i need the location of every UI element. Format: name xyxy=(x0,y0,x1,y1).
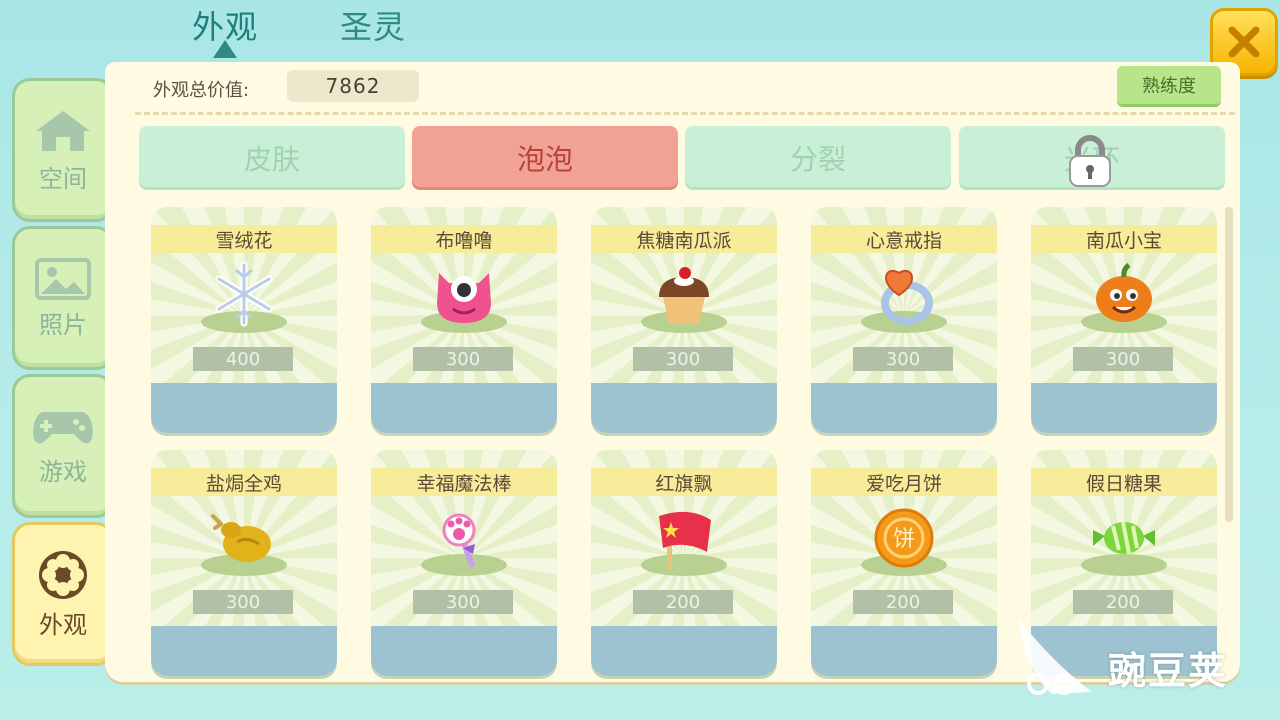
card-footer xyxy=(811,626,997,676)
card-footer xyxy=(811,383,997,433)
svg-text:饼: 饼 xyxy=(893,527,915,552)
item-name: 假日糖果 xyxy=(1031,468,1217,496)
card-footer xyxy=(1031,383,1217,433)
side-nav-photos[interactable]: 照片 xyxy=(12,226,114,370)
side-nav: 空间 照片 游戏 外观 xyxy=(0,70,114,670)
card-footer xyxy=(371,626,557,676)
item-name: 爱吃月饼 xyxy=(811,468,997,496)
category-tab-bubble[interactable]: 泡泡 xyxy=(412,126,678,190)
side-nav-games[interactable]: 游戏 xyxy=(12,374,114,518)
card-footer xyxy=(591,626,777,676)
side-nav-label: 空间 xyxy=(39,164,87,193)
side-nav-label: 游戏 xyxy=(39,457,87,486)
house-icon xyxy=(36,110,90,151)
item-price: 200 xyxy=(1073,590,1173,614)
side-nav-space[interactable]: 空间 xyxy=(12,78,114,222)
item-name: 雪绒花 xyxy=(151,225,337,253)
close-icon xyxy=(1228,26,1260,58)
watermark-text: 豌豆荚 xyxy=(1108,649,1229,693)
total-value: 7862 xyxy=(287,70,419,102)
cupcake-icon xyxy=(659,267,709,323)
item-name: 幸福魔法棒 xyxy=(371,468,557,496)
card-footer xyxy=(371,383,557,433)
item-price: 300 xyxy=(413,347,513,371)
category-tab-split[interactable]: 分裂 xyxy=(685,126,951,190)
item-card[interactable]: 焦糖南瓜派 300 xyxy=(591,207,777,433)
item-price: 300 xyxy=(853,347,953,371)
red-flag-icon xyxy=(659,511,711,570)
total-value-label: 外观总价值: xyxy=(153,80,250,101)
side-nav-label: 外观 xyxy=(39,610,87,639)
item-price: 200 xyxy=(853,590,953,614)
gamepad-icon xyxy=(33,411,93,443)
item-name: 布噜噜 xyxy=(371,225,557,253)
pink-monster-icon xyxy=(437,273,491,323)
item-card[interactable]: 盐焗全鸡 300 xyxy=(151,450,337,676)
item-card[interactable]: 布噜噜 300 xyxy=(371,207,557,433)
item-name: 焦糖南瓜派 xyxy=(591,225,777,253)
card-footer xyxy=(591,383,777,433)
mastery-button[interactable]: 熟练度 xyxy=(1117,66,1221,107)
item-card[interactable]: 南瓜小宝 300 xyxy=(1031,207,1217,433)
item-price: 300 xyxy=(1073,347,1173,371)
paw-wand-icon xyxy=(442,513,476,568)
card-footer xyxy=(151,626,337,676)
side-nav-appearance[interactable]: 外观 xyxy=(12,522,114,666)
category-tab-skin[interactable]: 皮肤 xyxy=(139,126,405,190)
item-name: 盐焗全鸡 xyxy=(151,468,337,496)
item-name: 心意戒指 xyxy=(811,225,997,253)
flower-icon xyxy=(39,550,87,599)
item-card[interactable]: 爱吃月饼 饼 200 xyxy=(811,450,997,676)
active-tab-pointer xyxy=(213,40,237,58)
card-footer xyxy=(151,383,337,433)
pumpkin-icon xyxy=(1096,262,1152,322)
item-card[interactable]: 雪绒花 400 xyxy=(151,207,337,433)
heart-ring-icon xyxy=(881,270,933,325)
item-price: 200 xyxy=(633,590,733,614)
tab-holy-spirit[interactable]: 圣灵 xyxy=(340,2,406,48)
snowflake-icon xyxy=(215,261,273,327)
item-price: 300 xyxy=(413,590,513,614)
candy-icon xyxy=(1093,521,1155,555)
item-price: 300 xyxy=(193,590,293,614)
mooncake-icon: 饼 xyxy=(874,508,934,568)
item-card[interactable]: 红旗飘 200 xyxy=(591,450,777,676)
side-nav-label: 照片 xyxy=(39,310,87,339)
picture-icon xyxy=(35,257,91,300)
item-card[interactable]: 幸福魔法棒 300 xyxy=(371,450,557,676)
item-price: 400 xyxy=(193,347,293,371)
appearance-panel: 外观总价值: 7862 熟练度 皮肤 泡泡 分裂 光环 雪绒花 400 布噜噜 xyxy=(105,62,1240,682)
lock-icon xyxy=(1069,135,1111,187)
roast-chicken-icon xyxy=(211,514,271,562)
item-card[interactable]: 心意戒指 300 xyxy=(811,207,997,433)
item-name: 南瓜小宝 xyxy=(1031,225,1217,253)
item-name: 红旗飘 xyxy=(591,468,777,496)
item-price: 300 xyxy=(633,347,733,371)
scrollbar[interactable] xyxy=(1225,207,1233,522)
divider xyxy=(135,112,1235,115)
